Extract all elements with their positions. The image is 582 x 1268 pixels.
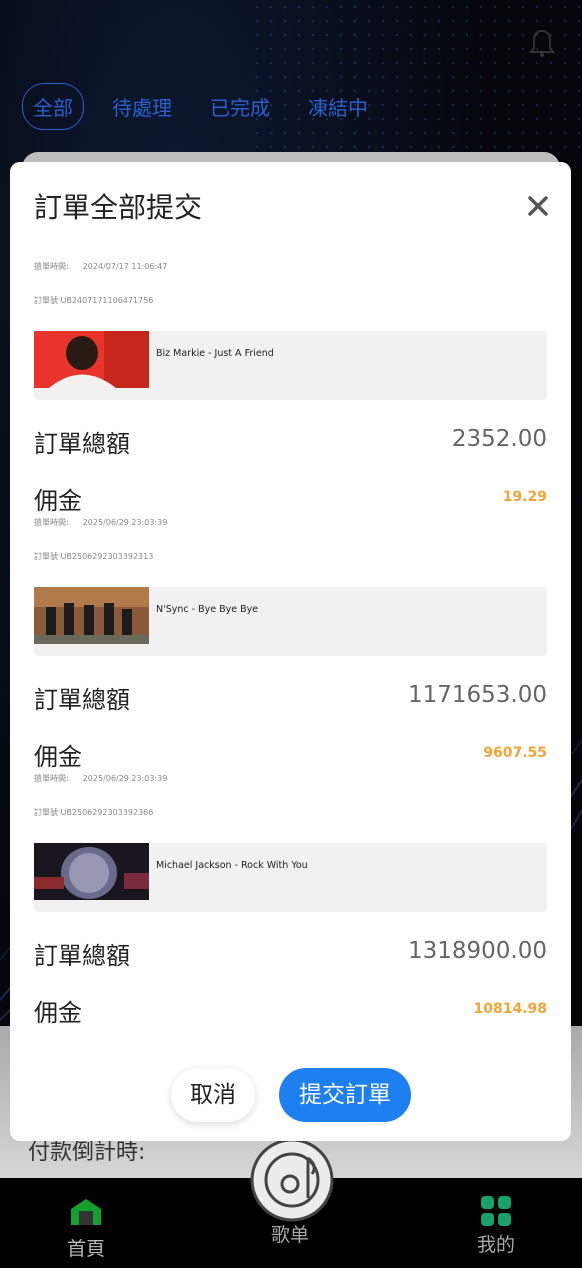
nav-songs-label: 歌单 [270, 1224, 309, 1246]
order-filter-tabs: 全部 待處理 已完成 凍結中 [22, 82, 378, 130]
order-total-value: 2352.00 [451, 426, 547, 452]
submit-orders-button[interactable]: 提交訂單 [279, 1068, 411, 1122]
grab-time: 2025/06/29 23:03:39 [82, 774, 168, 783]
order-number: 訂單號 UB2506292303392313 [34, 552, 154, 561]
disc-music-icon[interactable] [250, 1138, 334, 1222]
grab-time-label: 搶單時間: [34, 774, 69, 783]
grab-time-label: 搶單時間: [34, 518, 69, 527]
album-cover-image [34, 587, 149, 644]
dialog-title: 訂單全部提交 [34, 191, 203, 224]
song-card: Biz Markie - Just A Friend [34, 331, 547, 400]
grid-icon [481, 1196, 511, 1226]
song-title: Biz Markie - Just A Friend [156, 348, 274, 359]
order-total-row: 訂單總額 1171653.00 [34, 680, 547, 716]
nav-mine-label: 我的 [476, 1234, 515, 1256]
order-meta: 搶單時間: 2025/06/29 23:03:39 訂單號 UB25062923… [34, 772, 547, 817]
nav-home-label: 首頁 [66, 1238, 105, 1260]
commission-row: 佣金 9607.55 [34, 737, 547, 773]
order-total-label: 訂單總額 [34, 942, 130, 970]
close-icon[interactable] [524, 192, 552, 220]
order-total-row: 訂單總額 2352.00 [34, 424, 547, 460]
home-icon [71, 1199, 101, 1225]
commission-label: 佣金 [34, 999, 82, 1027]
order-item: 搶單時間: 2025/06/29 23:03:39 訂單號 UB25062923… [34, 772, 547, 1028]
commission-value: 10814.98 [473, 1001, 547, 1017]
order-number: 訂單號 UB2407171106471756 [34, 296, 154, 305]
tab-pending[interactable]: 待處理 [102, 84, 182, 129]
order-meta: 搶單時間: 2025/06/29 23:03:39 訂單號 UB25062923… [34, 516, 547, 561]
tab-frozen[interactable]: 凍結中 [298, 84, 378, 129]
bell-icon[interactable] [528, 28, 556, 58]
grab-time: 2025/06/29 23:03:39 [82, 518, 168, 527]
song-title: N'Sync - Bye Bye Bye [156, 604, 259, 615]
commission-label: 佣金 [34, 743, 82, 771]
order-list: 搶單時間: 2024/07/17 11:06:47 訂單號 UB24071711… [34, 260, 547, 1028]
grab-time-label: 搶單時間: [34, 262, 69, 271]
order-total-value: 1171653.00 [407, 682, 547, 708]
album-cover-image [34, 331, 149, 388]
song-card: N'Sync - Bye Bye Bye [34, 587, 547, 656]
tab-completed[interactable]: 已完成 [200, 84, 280, 129]
submit-all-orders-dialog: 訂單全部提交 搶單時間: 2024/07/17 11:06:47 訂單號 UB2… [10, 162, 571, 1141]
order-meta: 搶單時間: 2024/07/17 11:06:47 訂單號 UB24071711… [34, 260, 547, 305]
cancel-button[interactable]: 取消 [171, 1068, 255, 1122]
song-card: Michael Jackson - Rock With You [34, 843, 547, 912]
commission-label: 佣金 [34, 487, 82, 515]
order-total-row: 訂單總額 1318900.00 [34, 936, 547, 972]
song-title: Michael Jackson - Rock With You [156, 860, 308, 871]
commission-value: 9607.55 [483, 745, 547, 761]
nav-mine[interactable]: 我的 [451, 1196, 541, 1257]
order-item: 搶單時間: 2025/06/29 23:03:39 訂單號 UB25062923… [34, 516, 547, 772]
nav-home[interactable]: 首頁 [41, 1196, 131, 1261]
commission-row: 佣金 19.29 [34, 481, 547, 517]
order-total-value: 1318900.00 [407, 938, 547, 964]
order-total-label: 訂單總額 [34, 686, 130, 714]
order-item: 搶單時間: 2024/07/17 11:06:47 訂單號 UB24071711… [34, 260, 547, 516]
tab-all[interactable]: 全部 [22, 82, 84, 130]
album-cover-image [34, 843, 149, 900]
order-total-label: 訂單總額 [34, 430, 130, 458]
commission-row: 佣金 10814.98 [34, 993, 547, 1029]
grab-time: 2024/07/17 11:06:47 [82, 262, 168, 271]
order-number: 訂單號 UB2506292303392366 [34, 808, 154, 817]
commission-value: 19.29 [502, 489, 547, 505]
